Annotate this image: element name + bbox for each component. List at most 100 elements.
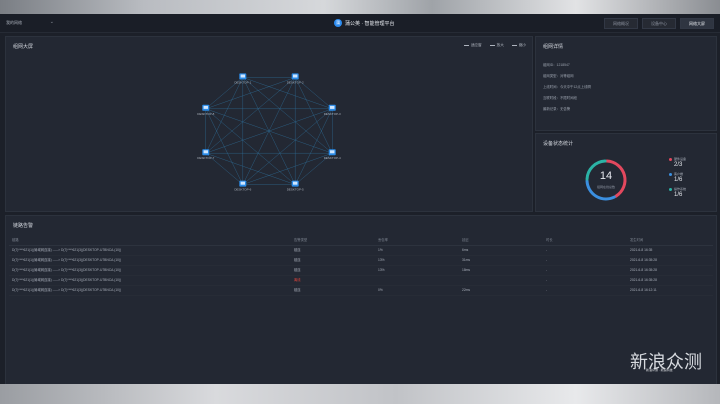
node-screen-icon (203, 150, 208, 154)
node-screen-icon (292, 74, 298, 78)
cell-duration: - (546, 288, 548, 292)
node-label: DESKTOP-5 (287, 188, 304, 192)
col-loss: 丢包率 (378, 238, 388, 242)
chevron-down-icon: ⌄ (49, 19, 54, 25)
cell-duration: - (546, 248, 548, 252)
node-screen-icon (240, 181, 246, 185)
watermark-text: 新浪众测 · 新浪科技 (646, 368, 673, 372)
detail-row: 上线时间：今天中午12点上线啊 (543, 85, 591, 89)
cell-loss: 1% (378, 248, 383, 252)
topology-link (205, 77, 296, 154)
topology-node[interactable]: DESKTOP-5 (287, 180, 304, 192)
topology-node[interactable]: DESKTOP-4 (324, 149, 341, 160)
top-bar: 我的网络 ⌄ 蒲 蒲公英 · 智能管理平台 网络概况 设备中心 网络大屏 (0, 14, 720, 33)
photo-background-top (0, 0, 720, 14)
status-title: 设备状态统计 (543, 141, 574, 147)
cell-duration: - (546, 268, 548, 272)
network-detail-panel: 组网详情 组网ID：1218547 组网类型：对等组网 上线时间：今天中午12点… (535, 36, 717, 131)
table-row[interactable]: D(7)****621(1)(局域网连接) -----> D(7)****621… (9, 266, 713, 276)
col-type: 告警类型 (294, 238, 308, 242)
cell-time: 2021-6-8 16:35 (630, 248, 653, 252)
cell-latency: 6ms (462, 248, 469, 252)
legend-dot-icon (669, 187, 672, 191)
detail-row: 最新记录：无告警 (543, 107, 571, 111)
watermark: 新浪众测 新浪众测 · 新浪科技 (630, 352, 716, 382)
node-label: DESKTOP-4 (324, 156, 341, 160)
legend-label: 客户端 (674, 172, 684, 176)
nav-devices[interactable]: 设备中心 (642, 18, 676, 29)
legend-label: 硬件设备 (674, 157, 687, 161)
cell-latency: 22ms (462, 288, 471, 292)
legend-value: 1/6 (674, 192, 683, 198)
node-screen-icon (240, 74, 246, 78)
topology-node[interactable]: DESKTOP-2 (287, 73, 304, 84)
node-label: DESKTOP-8 (197, 112, 214, 116)
legend-label: 操作系统 (674, 187, 687, 191)
legend-value: 1/6 (674, 177, 683, 183)
node-label: DESKTOP-2 (287, 80, 304, 84)
cell-type-critical: 离线 (294, 278, 301, 282)
cell-time: 2021-6-8 16:12:11 (630, 288, 657, 292)
detail-row: 组网类型：对等组网 (543, 74, 574, 78)
detail-row: 互联时段：不限时间段 (543, 96, 577, 100)
topology-node[interactable]: DESKTOP-1 (234, 73, 252, 84)
topology-link (205, 152, 296, 185)
topology-link (205, 108, 244, 185)
topology-link (242, 108, 333, 185)
legend-item: 客户端 1/6 (669, 172, 683, 183)
cell-link: D(7)****621(1)(局域网连接) -----> D(7)****621… (12, 288, 122, 292)
donut-segment (585, 179, 616, 201)
cell-type: 链连 (294, 268, 301, 272)
node-screen-icon (203, 105, 208, 109)
link-alarm-panel: 链路告警 链路 告警类型 丢包率 延迟 时长 发生时间 D(7)****621(… (5, 215, 717, 385)
table-row[interactable]: D(7)****621(1)(局域网连接) -----> D(7)****621… (9, 256, 713, 266)
node-screen-icon (330, 105, 335, 109)
cell-loss: 13% (378, 258, 385, 262)
cell-type: 链连 (294, 288, 301, 292)
app-logo-icon: 蒲 (334, 19, 342, 27)
col-duration: 时长 (546, 238, 553, 242)
cell-duration: - (546, 278, 548, 282)
photo-background-bottom (0, 384, 720, 404)
cell-time: 2021-6-8 16:35:28 (630, 268, 657, 272)
node-label: DESKTOP-6 (234, 188, 251, 192)
legend-dot-icon (669, 172, 672, 176)
cell-type: 链连 (294, 248, 301, 252)
detail-title: 组网详情 (543, 44, 564, 50)
cell-link: D(7)****621(1)(局域网连接) -----> D(7)****621… (12, 258, 122, 262)
cell-link: D(7)****621(1)(局域网连接) -----> D(7)****621… (12, 248, 122, 252)
topology-panel: 组网大屏 适应窗 放大 缩小 DESKTOP-1 DESKTOP-2 DESKTOP… (5, 36, 533, 212)
legend-item: 操作系统 1/6 (669, 187, 686, 198)
cell-link: D(7)****621(1)(局域网连接) -----> D(7)****621… (12, 278, 122, 282)
table-header: 链路 告警类型 丢包率 延迟 时长 发生时间 (9, 236, 713, 246)
legend-dot-icon (669, 157, 672, 161)
node-label: DESKTOP-7 (197, 156, 214, 160)
workspace-select[interactable]: 我的网络 ⌄ (6, 18, 54, 27)
device-status-panel: 设备状态统计 14 组网在线总数 硬件设备 2/3 客户端 1/6 操作系统 1… (535, 133, 717, 212)
detail-row: 组网ID：1218547 (543, 63, 570, 67)
table-row[interactable]: D(7)****621(1)(局域网连接) -----> D(7)****621… (9, 246, 713, 256)
cell-latency: 31ms (462, 258, 471, 262)
app-title: 蒲公英 · 智能管理平台 (345, 20, 395, 27)
topology-link (242, 77, 333, 154)
legend-value: 2/3 (674, 162, 683, 168)
node-label: DESKTOP-1 (234, 80, 251, 84)
col-latency: 延迟 (462, 238, 469, 242)
total-devices: 14 (599, 170, 613, 182)
top-nav: 网络概况 设备中心 网络大屏 (604, 18, 714, 29)
col-link: 链路 (12, 238, 19, 242)
table-row[interactable]: D(7)****621(1)(局域网连接) -----> D(7)****621… (9, 286, 713, 296)
monitor-screen: 我的网络 ⌄ 蒲 蒲公英 · 智能管理平台 网络概况 设备中心 网络大屏 组网大… (0, 14, 720, 386)
cell-loss: 0% (378, 288, 383, 292)
alarm-table: 链路 告警类型 丢包率 延迟 时长 发生时间 D(7)****621(1)(局域… (9, 236, 713, 296)
cell-time: 2021-6-8 16:35:28 (630, 278, 657, 282)
cell-type: 链连 (294, 258, 301, 262)
cell-loss: 13% (378, 268, 385, 272)
node-screen-icon (330, 150, 335, 154)
nav-big-screen[interactable]: 网络大屏 (680, 18, 714, 29)
topology-node[interactable]: DESKTOP-3 (324, 104, 341, 116)
nav-overview[interactable]: 网络概况 (604, 18, 638, 29)
table-row[interactable]: D(7)****621(1)(局域网连接) -----> D(7)****621… (9, 276, 713, 286)
topology-link (242, 152, 333, 185)
app-header: 蒲 蒲公英 · 智能管理平台 (334, 18, 394, 28)
